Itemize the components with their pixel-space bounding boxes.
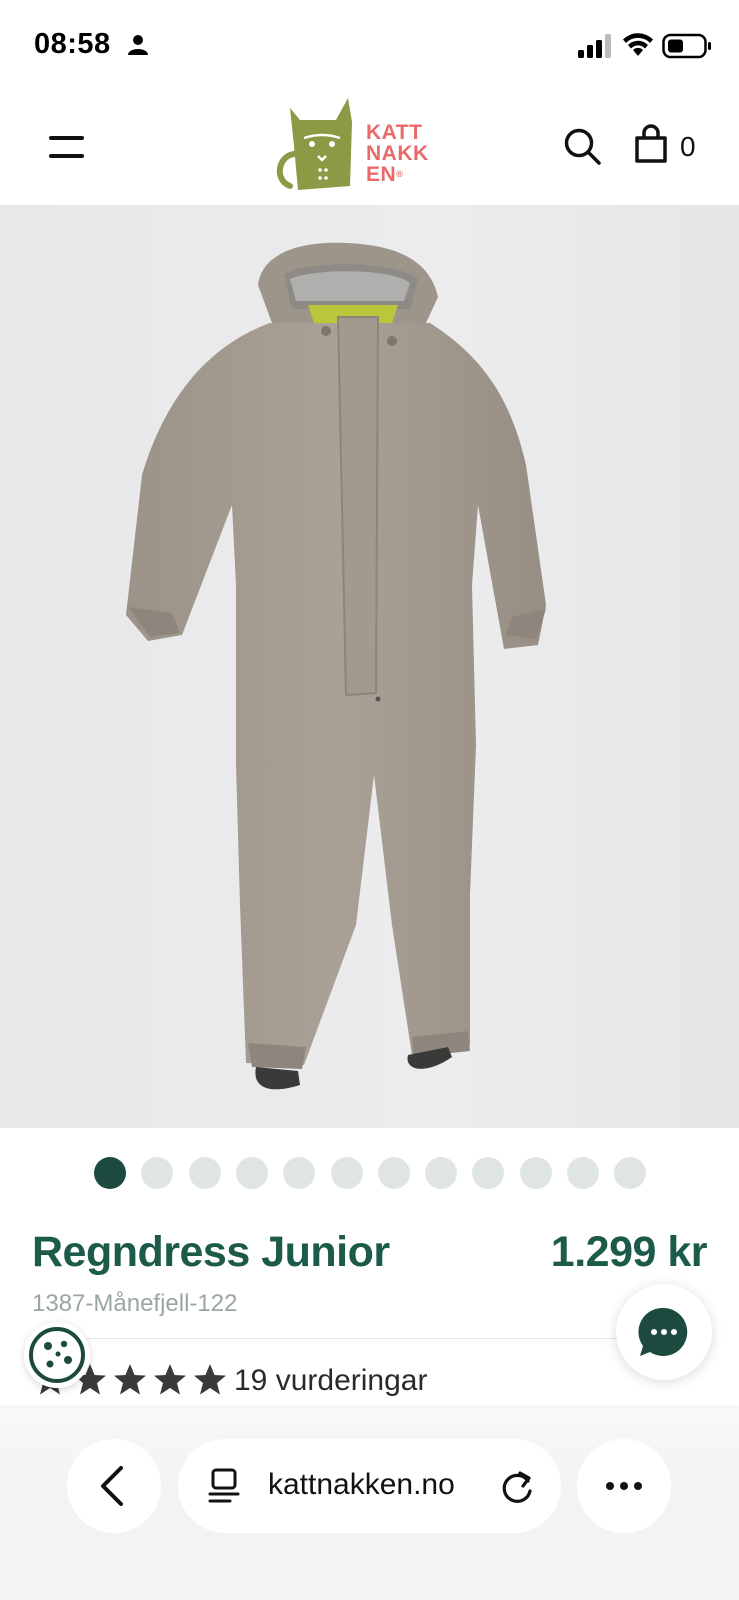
carousel-dots xyxy=(0,1157,739,1191)
product-rating[interactable]: 19 vurderingar xyxy=(32,1360,552,1400)
carousel-dot[interactable] xyxy=(519,1157,552,1189)
site-header: KATT NAKK EN® 0 xyxy=(0,90,739,205)
logo-line: KATT xyxy=(366,121,423,144)
person-icon xyxy=(128,35,148,55)
logo-line: EN xyxy=(366,163,397,186)
carousel-dot-active[interactable] xyxy=(94,1157,126,1189)
carousel-dot[interactable] xyxy=(330,1157,363,1189)
rain-suit-image xyxy=(126,242,546,1090)
cart-button[interactable]: 0 xyxy=(634,124,704,166)
carousel-dot[interactable] xyxy=(141,1157,174,1189)
shopping-bag-icon xyxy=(635,124,667,163)
chat-bubble-icon xyxy=(638,1307,688,1356)
carousel-dot[interactable] xyxy=(614,1157,647,1189)
product-price: 1.299 kr xyxy=(550,1228,708,1276)
carousel-dot[interactable] xyxy=(472,1157,505,1189)
chevron-left-icon xyxy=(101,1466,123,1506)
battery-icon xyxy=(662,33,711,59)
product-sku: 1387-Månefjell-122 xyxy=(32,1290,238,1317)
browser-toolbar: kattnakken.no xyxy=(0,1405,739,1600)
carousel-dot[interactable] xyxy=(377,1157,410,1189)
menu-button[interactable] xyxy=(44,130,88,164)
reload-icon[interactable] xyxy=(500,1467,536,1505)
status-time: 08:58 xyxy=(34,28,111,60)
status-bar: 08:58 xyxy=(0,0,739,90)
star-icon xyxy=(194,1364,226,1395)
chat-button[interactable] xyxy=(616,1284,712,1380)
cellular-signal-icon xyxy=(578,34,611,58)
search-icon[interactable] xyxy=(562,126,602,166)
product-image[interactable] xyxy=(0,205,739,1128)
logo-wordmark: KATT NAKK EN® xyxy=(366,122,429,185)
address-bar[interactable]: kattnakken.no xyxy=(178,1439,561,1533)
carousel-dot[interactable] xyxy=(425,1157,458,1189)
product-page: 08:58 KATT NAKK EN® 0 Regndress Junior 1… xyxy=(0,0,739,1600)
carousel-dot[interactable] xyxy=(235,1157,268,1189)
page-settings-icon xyxy=(208,1468,240,1503)
more-options-button[interactable] xyxy=(577,1439,671,1533)
logo-registered-mark: ® xyxy=(396,169,404,179)
product-title: Regndress Junior xyxy=(32,1228,390,1276)
carousel-dot[interactable] xyxy=(567,1157,599,1189)
rating-count: 19 vurderingar xyxy=(234,1364,428,1397)
divider xyxy=(32,1338,652,1339)
cat-logo-icon xyxy=(277,98,352,190)
star-icon xyxy=(114,1364,146,1395)
carousel-dot[interactable] xyxy=(283,1157,316,1189)
back-button[interactable] xyxy=(67,1439,161,1533)
site-logo[interactable]: KATT NAKK EN® xyxy=(276,94,436,200)
star-icon xyxy=(154,1364,186,1395)
logo-line: NAKK xyxy=(366,142,429,165)
wifi-icon xyxy=(623,33,653,56)
cookie-settings-button[interactable] xyxy=(24,1322,90,1388)
menu-icon-bar xyxy=(49,136,84,140)
menu-icon-bar xyxy=(49,154,84,158)
ellipsis-icon xyxy=(606,1482,642,1490)
cart-count: 0 xyxy=(680,131,696,162)
carousel-dot[interactable] xyxy=(188,1157,221,1189)
cookie-icon xyxy=(29,1327,85,1383)
url-text: kattnakken.no xyxy=(268,1468,455,1501)
